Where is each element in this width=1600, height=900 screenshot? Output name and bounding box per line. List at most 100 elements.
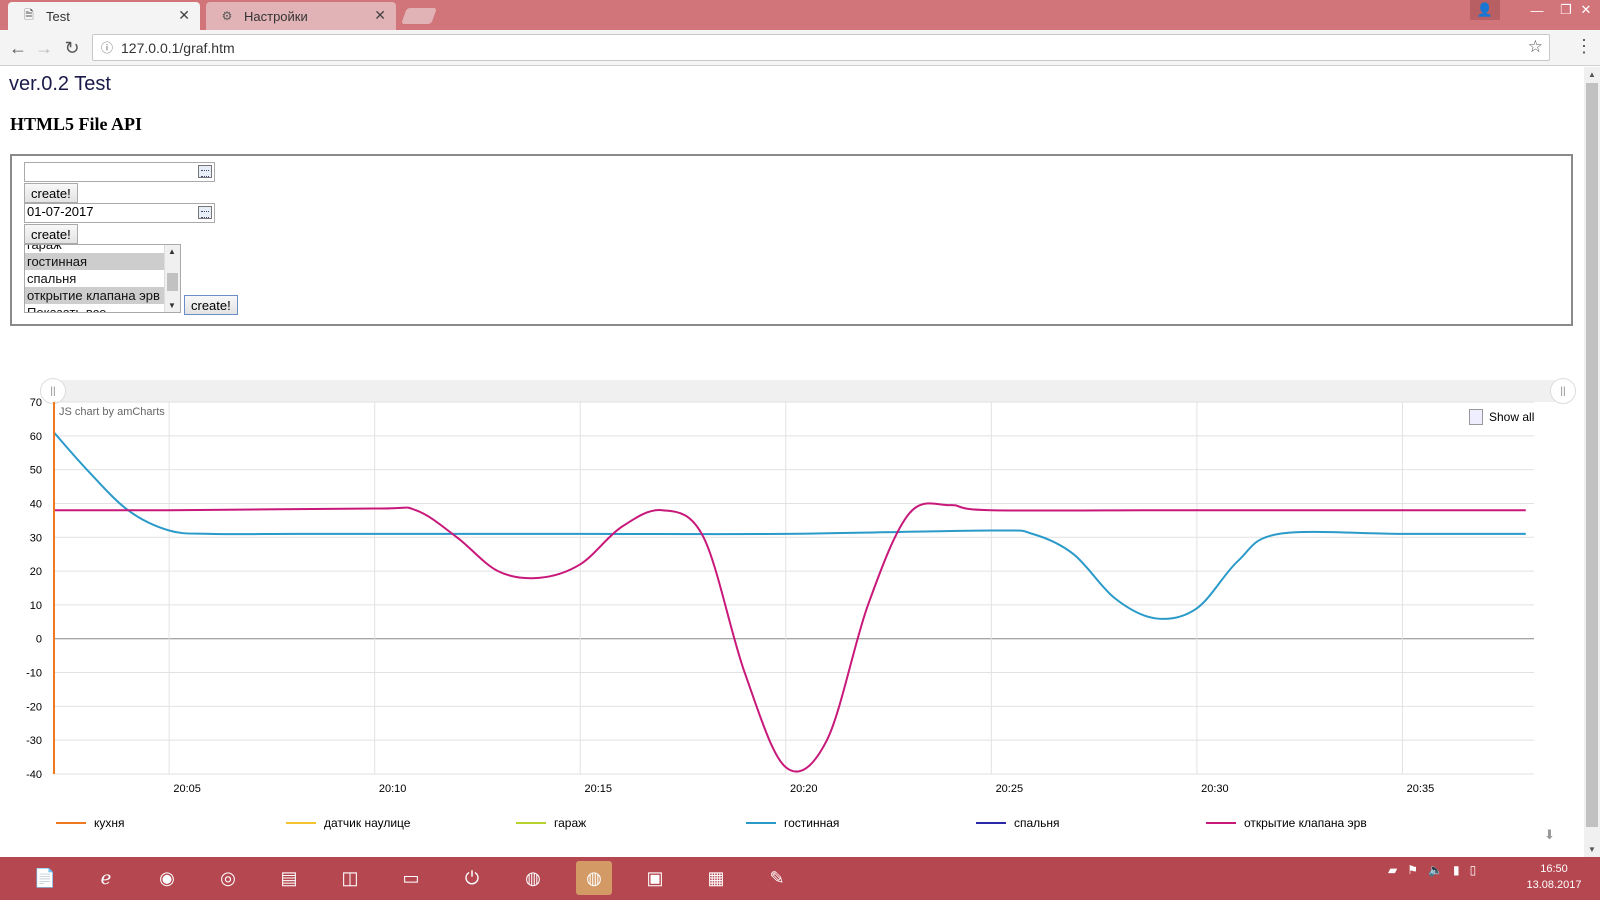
clock-time: 16:50 — [1540, 863, 1568, 875]
scroll-up-icon[interactable]: ▲ — [1588, 70, 1596, 79]
x-tick-label: 20:35 — [1407, 783, 1435, 795]
close-tab-icon[interactable]: ✕ — [374, 7, 386, 24]
address-bar[interactable]: ⓘ 127.0.0.1/graf.htm ☆ — [92, 34, 1550, 61]
page-content: ver.0.2 Test HTML5 File API create! 01-0… — [0, 67, 1584, 857]
tab-settings[interactable]: ⚙ Настройки ✕ — [206, 2, 396, 30]
create-button-2[interactable]: create! — [24, 224, 78, 244]
notepad-icon[interactable]: ✎ — [759, 861, 795, 895]
y-tick-label: 10 — [30, 600, 42, 612]
folder-icon[interactable]: ▭ — [393, 861, 429, 895]
show-all-button[interactable]: Show all — [1469, 409, 1534, 425]
list-option[interactable]: гостинная — [25, 253, 164, 270]
y-tick-label: -30 — [26, 735, 42, 747]
tab-title: Test — [46, 8, 70, 24]
close-tab-icon[interactable]: ✕ — [178, 7, 190, 24]
x-tick-label: 20:30 — [1201, 783, 1229, 795]
tab-test[interactable]: 🗎 Test ✕ — [8, 2, 200, 30]
clock[interactable]: 16:50 13.08.2017 — [1510, 861, 1598, 893]
scrollbar-thumb[interactable] — [1586, 83, 1598, 827]
list-option[interactable]: спальня — [25, 270, 164, 287]
line-chart: 706050403020100-10-20-30-40 20:05 20:10 20… — [26, 397, 1534, 795]
x-tick-label: 20:20 — [790, 783, 818, 795]
signal-icon[interactable]: ▮ — [1453, 863, 1460, 877]
y-tick-label: 20 — [30, 566, 42, 578]
x-tick-label: 20:10 — [379, 783, 407, 795]
legend-swatch — [286, 822, 316, 824]
download-icon[interactable]: ⬇ — [1544, 827, 1555, 843]
legend-item[interactable]: спальня — [976, 816, 1060, 830]
chrome-canary-icon[interactable]: ◍ — [576, 861, 612, 895]
list-option[interactable]: гараж — [25, 245, 164, 253]
bookmark-star-icon[interactable]: ☆ — [1528, 37, 1543, 57]
scroll-down-icon[interactable]: ▼ — [168, 301, 176, 310]
legend-swatch — [56, 822, 86, 824]
close-window-icon[interactable]: ✕ — [1572, 0, 1600, 20]
settings-app-icon[interactable]: ▤ — [271, 861, 307, 895]
url-text: 127.0.0.1/graf.htm — [121, 39, 235, 56]
winrar-icon[interactable]: ▦ — [698, 861, 734, 895]
chart-lines — [53, 402, 1526, 774]
page-info-icon[interactable]: ⓘ — [101, 39, 113, 56]
chart-credit[interactable]: JS chart by amCharts — [59, 406, 165, 418]
y-tick-label: 30 — [30, 532, 42, 544]
battery-icon[interactable]: ▯ — [1470, 863, 1477, 877]
reload-icon[interactable]: ↻ — [60, 36, 84, 60]
x-tick-label: 20:15 — [584, 783, 612, 795]
chrome-icon[interactable]: ◍ — [515, 861, 551, 895]
date-input-1[interactable] — [24, 162, 215, 182]
chart-legend: кухня датчик наулице гараж гостинная спа… — [56, 816, 1556, 834]
calendar-icon[interactable] — [198, 165, 212, 178]
legend-item[interactable]: гараж — [516, 816, 586, 830]
legend-item[interactable]: кухня — [56, 816, 125, 830]
user-icon[interactable]: 👤 — [1470, 0, 1500, 20]
camera-app-icon[interactable]: ◉ — [149, 861, 185, 895]
zoom-out-icon — [1469, 409, 1483, 425]
volume-icon[interactable]: 🔈 — [1428, 863, 1443, 877]
legend-item[interactable]: гостинная — [746, 816, 839, 830]
list-option[interactable]: открытие клапана эрв — [25, 287, 164, 304]
minimize-icon[interactable]: — — [1522, 0, 1552, 20]
legend-item[interactable]: датчик наулице — [286, 816, 410, 830]
ie-icon[interactable]: ℯ — [88, 861, 124, 895]
power-icon[interactable]: ⏻ — [454, 861, 490, 895]
calendar-icon[interactable] — [198, 206, 212, 219]
scroll-up-icon[interactable]: ▲ — [168, 247, 176, 256]
x-tick-label: 20:05 — [173, 783, 201, 795]
room-listbox[interactable]: гараж гостинная спальня открытие клапана… — [24, 244, 181, 313]
speaker-app-icon[interactable]: ◎ — [210, 861, 246, 895]
back-icon[interactable]: ← — [6, 36, 30, 60]
y-tick-label: 50 — [30, 465, 42, 477]
save-app-icon[interactable]: ▣ — [637, 861, 673, 895]
series-line — [53, 431, 1526, 620]
monitor-app-icon[interactable]: ◫ — [332, 861, 368, 895]
y-tick-label: -40 — [26, 769, 42, 781]
tab-title: Настройки — [244, 8, 308, 24]
show-all-label: Show all — [1489, 410, 1535, 424]
listbox-scrollbar[interactable]: ▲ ▼ — [164, 245, 180, 312]
y-tick-label: 70 — [30, 397, 42, 409]
version-title: ver.0.2 Test — [9, 73, 111, 95]
list-option[interactable]: Показать все — [25, 304, 164, 312]
scroll-down-icon[interactable]: ▼ — [1588, 845, 1596, 854]
legend-swatch — [1206, 822, 1236, 824]
new-tab-button[interactable] — [401, 8, 437, 24]
create-button-1[interactable]: create! — [24, 183, 78, 203]
x-tick-label: 20:25 — [996, 783, 1024, 795]
menu-icon[interactable]: ⋮ — [1574, 36, 1594, 60]
y-tick-label: 0 — [36, 634, 42, 646]
forward-icon[interactable]: → — [32, 36, 56, 60]
y-tick-label: -20 — [26, 701, 42, 713]
page-icon: 🗎 — [24, 7, 34, 22]
browser-titlebar: 🗎 Test ✕ ⚙ Настройки ✕ 👤 — ❐ ✕ — [0, 0, 1600, 30]
nvidia-icon[interactable]: ▰ — [1388, 863, 1397, 877]
doc-app-icon[interactable]: 📄 — [27, 861, 63, 895]
clock-date: 13.08.2017 — [1526, 879, 1582, 891]
scrollbar-thumb[interactable] — [167, 273, 178, 291]
flag-icon[interactable]: ⚑ — [1407, 863, 1418, 877]
page-scrollbar[interactable]: ▲ ▼ — [1584, 67, 1600, 857]
legend-item[interactable]: открытие клапана эрв — [1206, 816, 1367, 830]
create-button-3[interactable]: create! — [184, 295, 238, 315]
y-tick-label: 60 — [30, 431, 42, 443]
y-tick-label: -10 — [26, 668, 42, 680]
date-input-2[interactable]: 01-07-2017 — [24, 203, 215, 223]
